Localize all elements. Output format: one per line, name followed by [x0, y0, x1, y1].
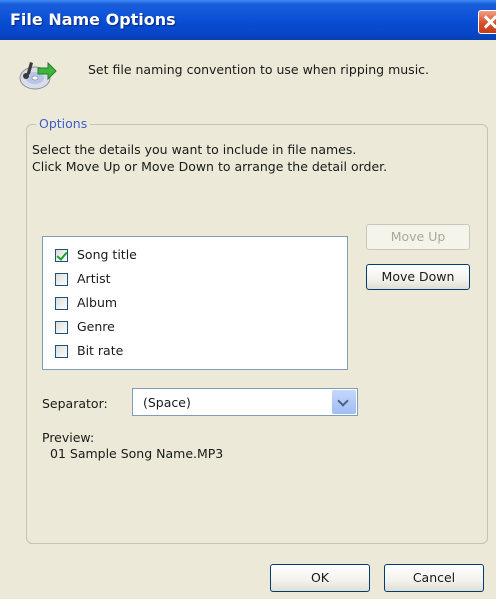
cd-music-arrow-icon: [19, 61, 57, 90]
separator-dropdown[interactable]: (Space): [132, 388, 358, 416]
checkbox-album[interactable]: [55, 297, 68, 310]
title-bar: File Name Options: [0, 0, 496, 40]
cancel-button[interactable]: Cancel: [384, 564, 484, 592]
song-title-label: Song title: [77, 247, 137, 262]
ok-button[interactable]: OK: [270, 564, 370, 592]
preview-value: 01 Sample Song Name.MP3: [50, 446, 224, 461]
bit-rate-label: Bit rate: [77, 343, 124, 358]
header-description: Set file naming convention to use when r…: [88, 62, 430, 77]
artist-label: Artist: [77, 271, 111, 286]
chevron-down-icon[interactable]: [332, 390, 356, 414]
separator-label: Separator:: [42, 396, 108, 411]
separator-value: (Space): [143, 395, 191, 410]
album-label: Album: [77, 295, 118, 310]
checkbox-bit-rate[interactable]: [55, 345, 68, 358]
instruction-line-2: Click Move Up or Move Down to arrange th…: [32, 159, 388, 174]
instruction-line-1: Select the details you want to include i…: [32, 142, 357, 157]
move-up-button[interactable]: Move Up: [366, 224, 470, 250]
preview-label: Preview:: [42, 430, 95, 445]
close-button[interactable]: [478, 10, 496, 34]
checkbox-artist[interactable]: [55, 273, 68, 286]
genre-label: Genre: [77, 319, 115, 334]
details-list[interactable]: Song title Artist Album Genre Bit rate: [42, 236, 348, 370]
checkbox-genre[interactable]: [55, 321, 68, 334]
checkbox-song-title[interactable]: [55, 249, 68, 262]
options-group-label: Options: [36, 116, 91, 131]
move-down-button[interactable]: Move Down: [366, 264, 470, 290]
window-title: File Name Options: [10, 10, 176, 29]
